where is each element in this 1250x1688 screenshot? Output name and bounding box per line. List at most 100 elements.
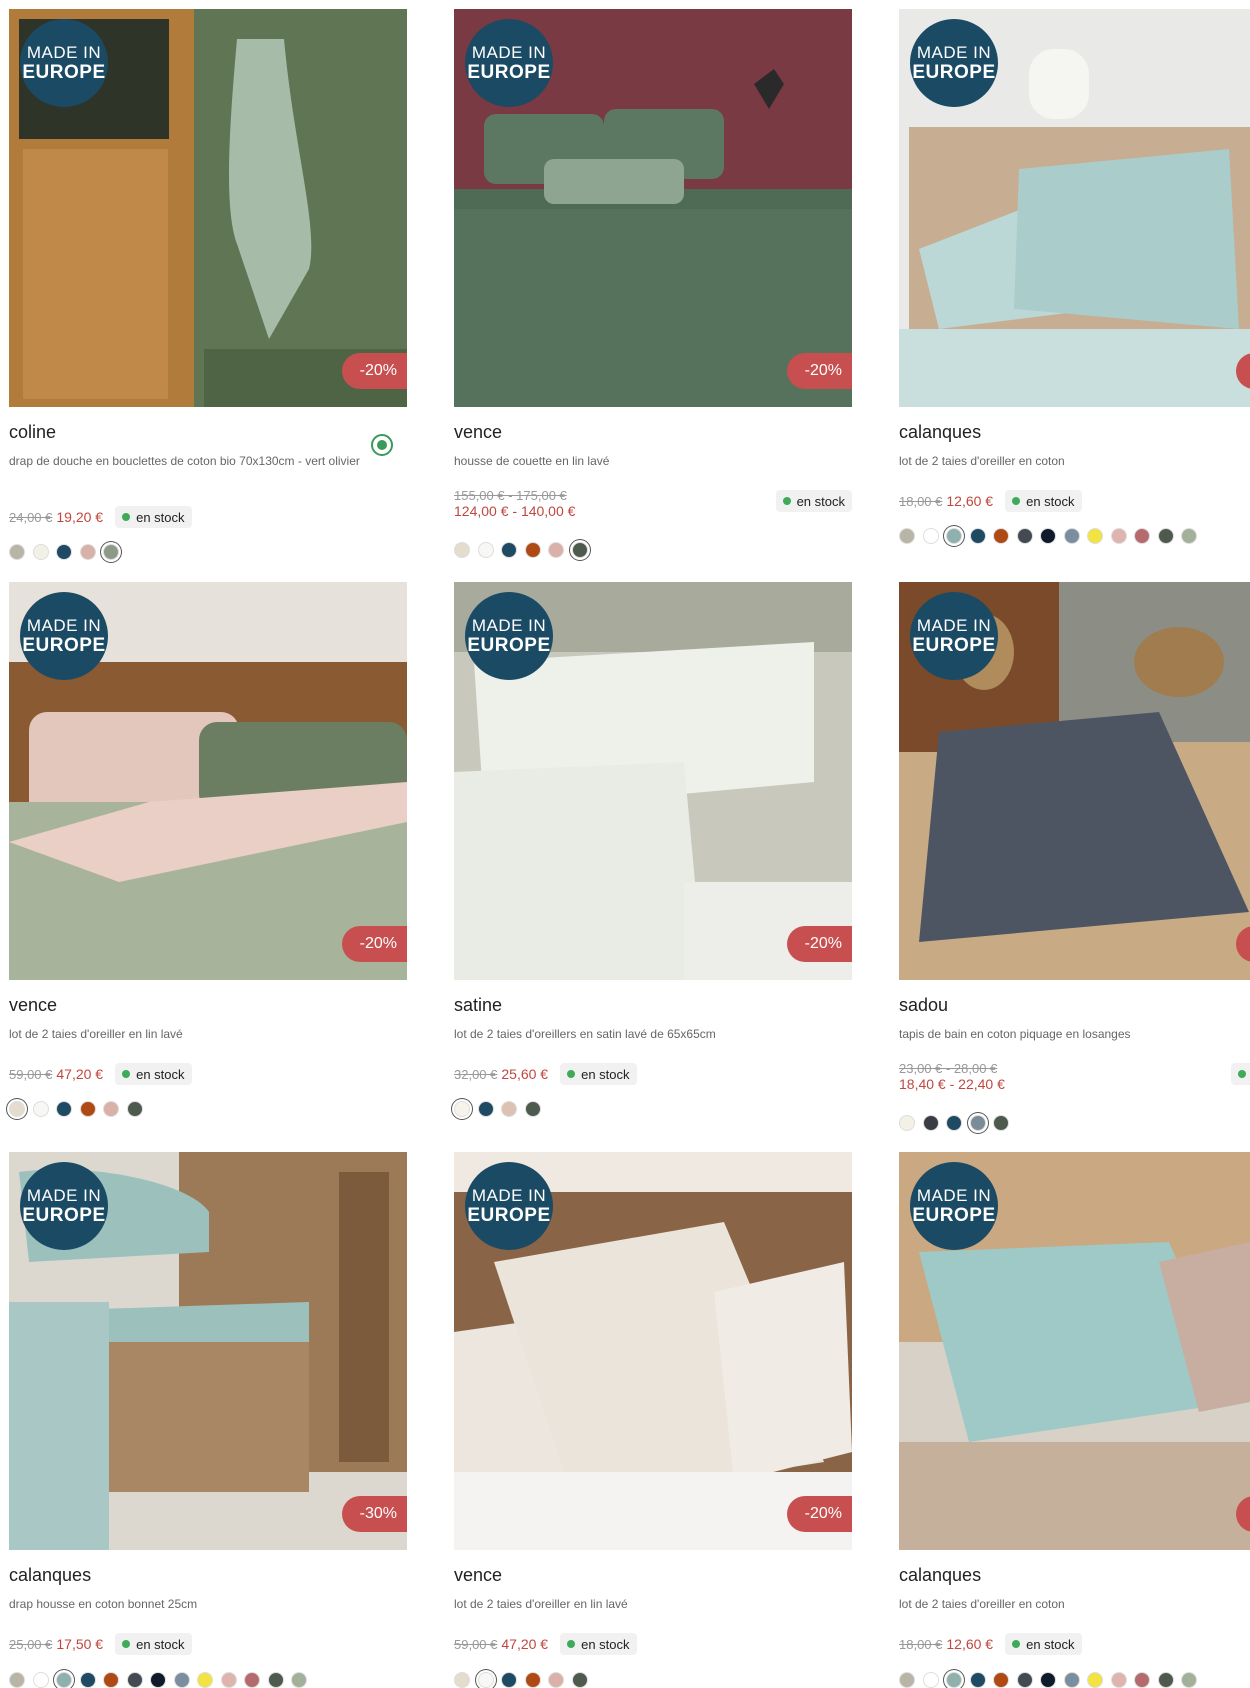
product-image[interactable]: MADE IN EUROPE -20% xyxy=(9,582,407,980)
color-swatch[interactable] xyxy=(501,1101,517,1117)
product-name[interactable]: vence xyxy=(454,1565,502,1586)
color-swatch[interactable] xyxy=(454,542,470,558)
product-name[interactable]: sadou xyxy=(899,995,948,1016)
product-image[interactable]: MADE IN EUROPE -20% xyxy=(454,582,852,980)
color-swatch[interactable] xyxy=(32,544,49,560)
product-name[interactable]: calanques xyxy=(9,1565,91,1586)
color-swatch[interactable] xyxy=(454,1101,470,1117)
product-name[interactable]: calanques xyxy=(899,422,981,443)
color-swatch[interactable] xyxy=(477,1672,494,1688)
color-swatch[interactable] xyxy=(150,1672,166,1688)
product-name[interactable]: coline xyxy=(9,422,56,443)
product-name[interactable]: vence xyxy=(454,422,502,443)
product-card[interactable]: MADE IN EUROPE -20% vence lot de 2 taies… xyxy=(454,1152,852,1688)
color-swatch[interactable] xyxy=(477,542,494,558)
color-swatch[interactable] xyxy=(1063,1672,1080,1688)
color-swatch[interactable] xyxy=(922,528,939,544)
color-swatch[interactable] xyxy=(501,1672,517,1688)
color-swatch[interactable] xyxy=(1157,1672,1174,1688)
color-swatch[interactable] xyxy=(1110,1672,1127,1688)
color-swatch[interactable] xyxy=(220,1672,237,1688)
color-swatch[interactable] xyxy=(524,542,541,558)
color-swatch[interactable] xyxy=(454,1672,470,1688)
product-image[interactable]: MADE IN EUROPE xyxy=(899,1152,1250,1550)
color-swatch[interactable] xyxy=(1087,528,1103,544)
color-swatch[interactable] xyxy=(79,544,96,560)
color-swatch[interactable] xyxy=(1016,1672,1033,1688)
color-swatch[interactable] xyxy=(1134,1672,1150,1688)
color-swatch[interactable] xyxy=(1063,528,1080,544)
color-swatch[interactable] xyxy=(1181,1672,1197,1688)
new-price: 47,20 € xyxy=(56,1066,104,1082)
color-swatch[interactable] xyxy=(899,528,915,544)
color-swatch[interactable] xyxy=(899,1115,915,1131)
color-swatch[interactable] xyxy=(946,528,962,544)
badge-line1: MADE IN xyxy=(916,43,992,62)
color-swatch[interactable] xyxy=(1181,528,1197,544)
color-swatch[interactable] xyxy=(993,528,1009,544)
product-image[interactable]: MADE IN EUROPE -30% xyxy=(9,1152,407,1550)
product-image[interactable]: MADE IN EUROPE -20% xyxy=(454,1152,852,1550)
color-swatch[interactable] xyxy=(501,542,517,558)
color-swatch[interactable] xyxy=(79,1101,96,1117)
color-swatch[interactable] xyxy=(9,1101,25,1117)
color-swatch[interactable] xyxy=(969,528,986,544)
color-swatch[interactable] xyxy=(922,1115,939,1131)
color-swatch[interactable] xyxy=(126,1672,143,1688)
color-swatch[interactable] xyxy=(1134,528,1150,544)
product-name[interactable]: vence xyxy=(9,995,57,1016)
color-swatch[interactable] xyxy=(969,1115,986,1131)
color-swatch[interactable] xyxy=(56,1101,72,1117)
color-swatch[interactable] xyxy=(103,544,119,560)
product-image[interactable]: MADE IN EUROPE xyxy=(899,9,1250,407)
color-swatch[interactable] xyxy=(103,1101,119,1117)
color-swatch[interactable] xyxy=(103,1672,119,1688)
product-image[interactable]: MADE IN EUROPE -20% xyxy=(9,9,407,407)
color-swatch[interactable] xyxy=(993,1115,1009,1131)
color-swatch[interactable] xyxy=(899,1672,915,1688)
product-card[interactable]: MADE IN EUROPE calanques lot de 2 taies … xyxy=(899,1152,1250,1688)
color-swatch[interactable] xyxy=(571,1672,588,1688)
product-image[interactable]: MADE IN EUROPE xyxy=(899,582,1250,980)
color-swatch[interactable] xyxy=(969,1672,986,1688)
color-swatch[interactable] xyxy=(126,1101,143,1117)
color-swatch[interactable] xyxy=(79,1672,96,1688)
product-card[interactable]: MADE IN EUROPE calanques lot de 2 taies … xyxy=(899,9,1250,544)
color-swatch[interactable] xyxy=(548,542,564,558)
color-swatch[interactable] xyxy=(548,1672,564,1688)
color-swatch[interactable] xyxy=(56,544,72,560)
color-swatch[interactable] xyxy=(173,1672,190,1688)
product-card[interactable]: MADE IN EUROPE -20% coline drap de douch… xyxy=(9,9,407,560)
color-swatch[interactable] xyxy=(197,1672,213,1688)
product-card[interactable]: MADE IN EUROPE -20% vence lot de 2 taies… xyxy=(9,582,407,1117)
color-swatch[interactable] xyxy=(1016,528,1033,544)
color-swatch[interactable] xyxy=(1157,528,1174,544)
product-image[interactable]: MADE IN EUROPE -20% xyxy=(454,9,852,407)
color-swatch[interactable] xyxy=(1087,1672,1103,1688)
product-name[interactable]: satine xyxy=(454,995,502,1016)
color-swatch[interactable] xyxy=(1040,528,1056,544)
product-card[interactable]: MADE IN EUROPE -20% satine lot de 2 taie… xyxy=(454,582,852,1117)
product-card[interactable]: MADE IN EUROPE -30% calanques drap houss… xyxy=(9,1152,407,1688)
color-swatch[interactable] xyxy=(56,1672,72,1688)
color-swatch[interactable] xyxy=(32,1101,49,1117)
color-swatch[interactable] xyxy=(571,542,588,558)
color-swatch[interactable] xyxy=(1040,1672,1056,1688)
color-swatch[interactable] xyxy=(291,1672,307,1688)
color-swatch[interactable] xyxy=(524,1101,541,1117)
color-swatch[interactable] xyxy=(993,1672,1009,1688)
color-swatch[interactable] xyxy=(244,1672,260,1688)
color-swatch[interactable] xyxy=(946,1115,962,1131)
color-swatch[interactable] xyxy=(267,1672,284,1688)
color-swatch[interactable] xyxy=(524,1672,541,1688)
product-name[interactable]: calanques xyxy=(899,1565,981,1586)
color-swatch[interactable] xyxy=(946,1672,962,1688)
color-swatch[interactable] xyxy=(922,1672,939,1688)
product-card[interactable]: MADE IN EUROPE -20% vence housse de coue… xyxy=(454,9,852,558)
color-swatch[interactable] xyxy=(477,1101,494,1117)
color-swatch[interactable] xyxy=(32,1672,49,1688)
color-swatch[interactable] xyxy=(9,544,25,560)
color-swatch[interactable] xyxy=(9,1672,25,1688)
product-card[interactable]: MADE IN EUROPE sadou tapis de bain en co… xyxy=(899,582,1250,1131)
color-swatch[interactable] xyxy=(1110,528,1127,544)
